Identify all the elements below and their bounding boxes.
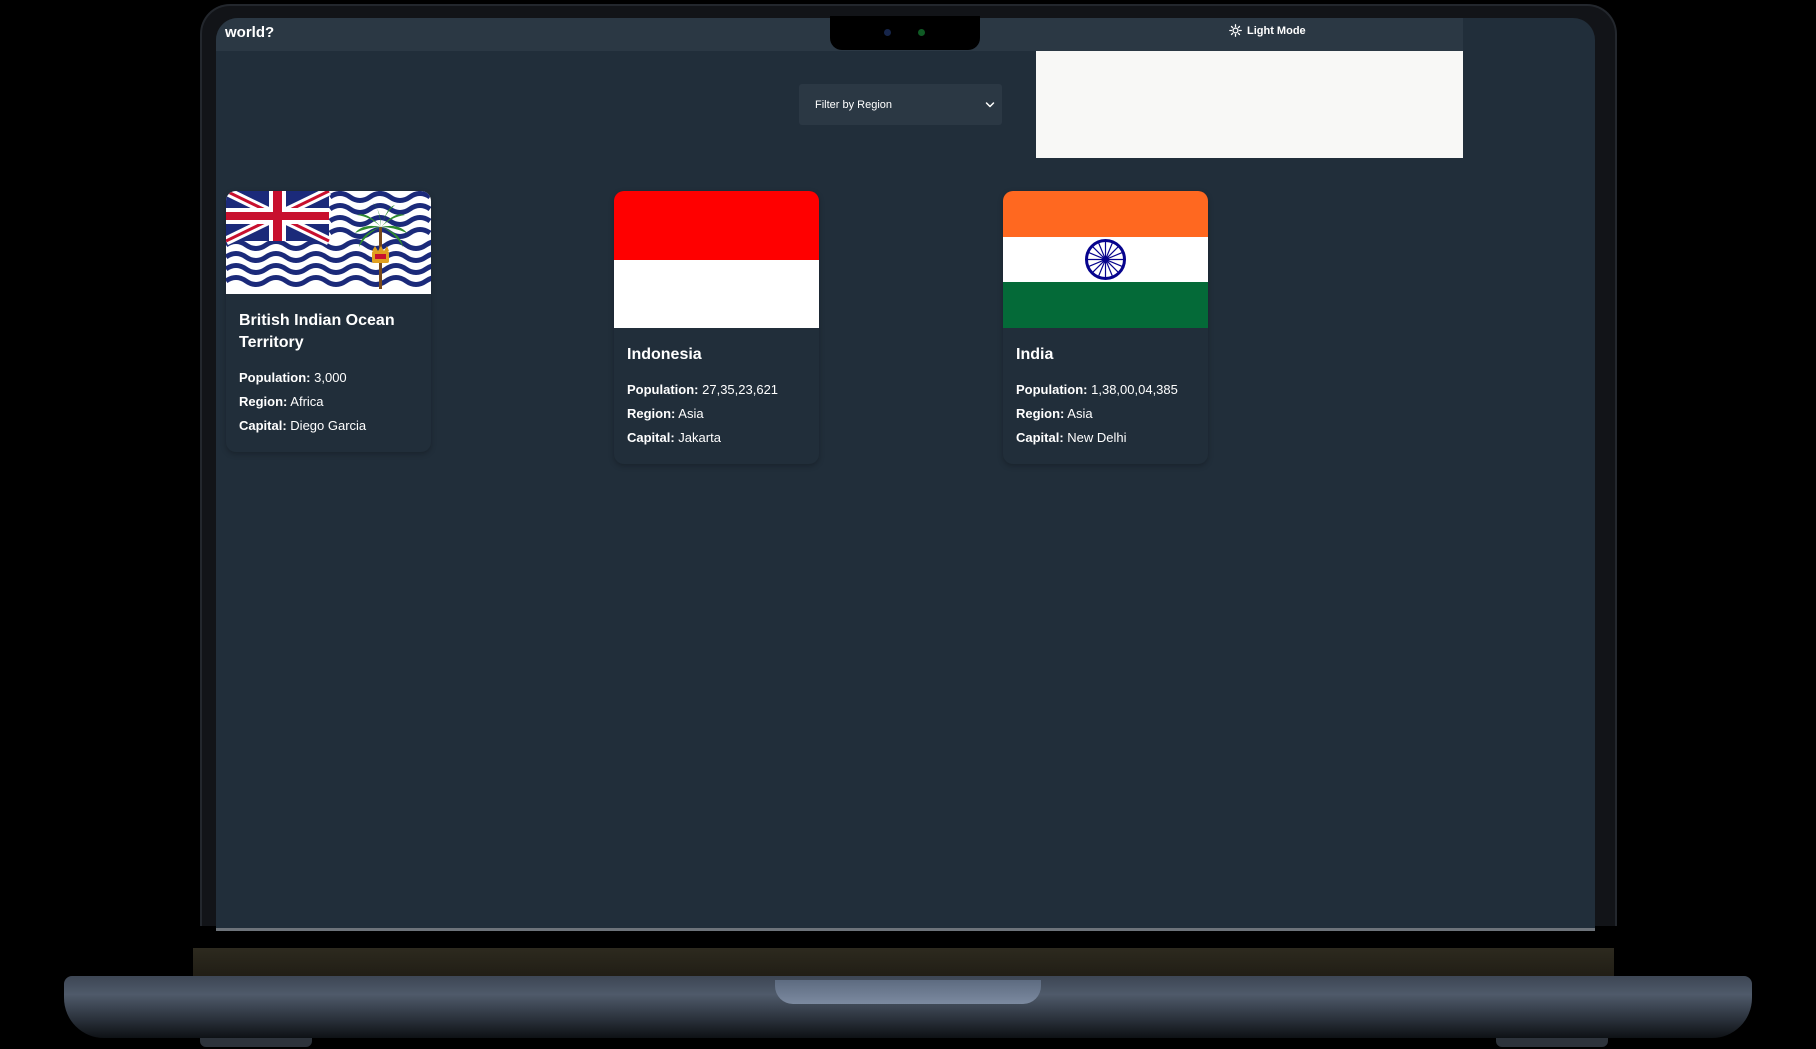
population-value: 27,35,23,621 bbox=[702, 382, 779, 397]
sun-icon bbox=[1229, 24, 1242, 37]
camera-indicator-light bbox=[918, 29, 925, 36]
capital-stat: Capital: Diego Garcia bbox=[239, 414, 418, 438]
screen-bottom-edge bbox=[216, 928, 1595, 931]
theme-toggle-label: Light Mode bbox=[1247, 24, 1306, 37]
camera-notch bbox=[830, 16, 980, 50]
country-name: India bbox=[1016, 346, 1054, 363]
capital-value: Diego Garcia bbox=[290, 418, 367, 433]
biot-flag bbox=[226, 191, 431, 294]
country-name: British Indian Ocean Territory bbox=[239, 312, 395, 351]
country-card[interactable]: India Population: 1,38,00,04,385 Region:… bbox=[1003, 191, 1208, 464]
india-flag bbox=[1003, 191, 1208, 328]
region-filter-label: Filter by Region bbox=[815, 98, 893, 111]
capital-label: Capital: bbox=[239, 418, 287, 433]
country-card-body: British Indian Ocean Territory Populatio… bbox=[226, 294, 431, 452]
app-title[interactable]: world? bbox=[225, 24, 274, 41]
laptop-foot bbox=[1496, 1038, 1608, 1047]
search-area-panel[interactable] bbox=[1036, 51, 1463, 158]
region-value: Asia bbox=[678, 406, 704, 421]
region-filter-select[interactable]: Filter by Region bbox=[799, 84, 1002, 125]
population-label: Population: bbox=[239, 370, 311, 385]
country-card-body: Indonesia Population: 27,35,23,621 Regio… bbox=[614, 328, 819, 464]
region-stat: Region: Asia bbox=[627, 402, 806, 426]
browser-viewport: world? Light Mode Filter by Region Briti… bbox=[216, 18, 1595, 929]
population-value: 1,38,00,04,385 bbox=[1091, 382, 1178, 397]
chevron-down-icon bbox=[985, 101, 995, 107]
laptop-foot bbox=[200, 1038, 312, 1047]
country-card[interactable]: Indonesia Population: 27,35,23,621 Regio… bbox=[614, 191, 819, 464]
indonesia-flag bbox=[614, 191, 819, 328]
capital-stat: Capital: New Delhi bbox=[1016, 426, 1195, 450]
region-label: Region: bbox=[627, 406, 676, 421]
population-label: Population: bbox=[627, 382, 699, 397]
region-stat: Region: Asia bbox=[1016, 402, 1195, 426]
population-value: 3,000 bbox=[314, 370, 347, 385]
country-name: Indonesia bbox=[627, 346, 702, 363]
region-value: Africa bbox=[290, 394, 324, 409]
theme-toggle-button[interactable]: Light Mode bbox=[1229, 24, 1306, 37]
region-value: Asia bbox=[1067, 406, 1093, 421]
region-stat: Region: Africa bbox=[239, 390, 418, 414]
population-stat: Population: 3,000 bbox=[239, 366, 418, 390]
country-card[interactable]: British Indian Ocean Territory Populatio… bbox=[226, 191, 431, 452]
laptop-lid-opening-notch bbox=[775, 980, 1041, 1004]
region-label: Region: bbox=[1016, 406, 1065, 421]
capital-label: Capital: bbox=[1016, 430, 1064, 445]
camera-lens bbox=[884, 29, 891, 36]
region-label: Region: bbox=[239, 394, 288, 409]
capital-stat: Capital: Jakarta bbox=[627, 426, 806, 450]
capital-value: New Delhi bbox=[1067, 430, 1127, 445]
population-stat: Population: 1,38,00,04,385 bbox=[1016, 378, 1195, 402]
country-card-body: India Population: 1,38,00,04,385 Region:… bbox=[1003, 328, 1208, 464]
capital-label: Capital: bbox=[627, 430, 675, 445]
population-stat: Population: 27,35,23,621 bbox=[627, 378, 806, 402]
capital-value: Jakarta bbox=[678, 430, 721, 445]
population-label: Population: bbox=[1016, 382, 1088, 397]
